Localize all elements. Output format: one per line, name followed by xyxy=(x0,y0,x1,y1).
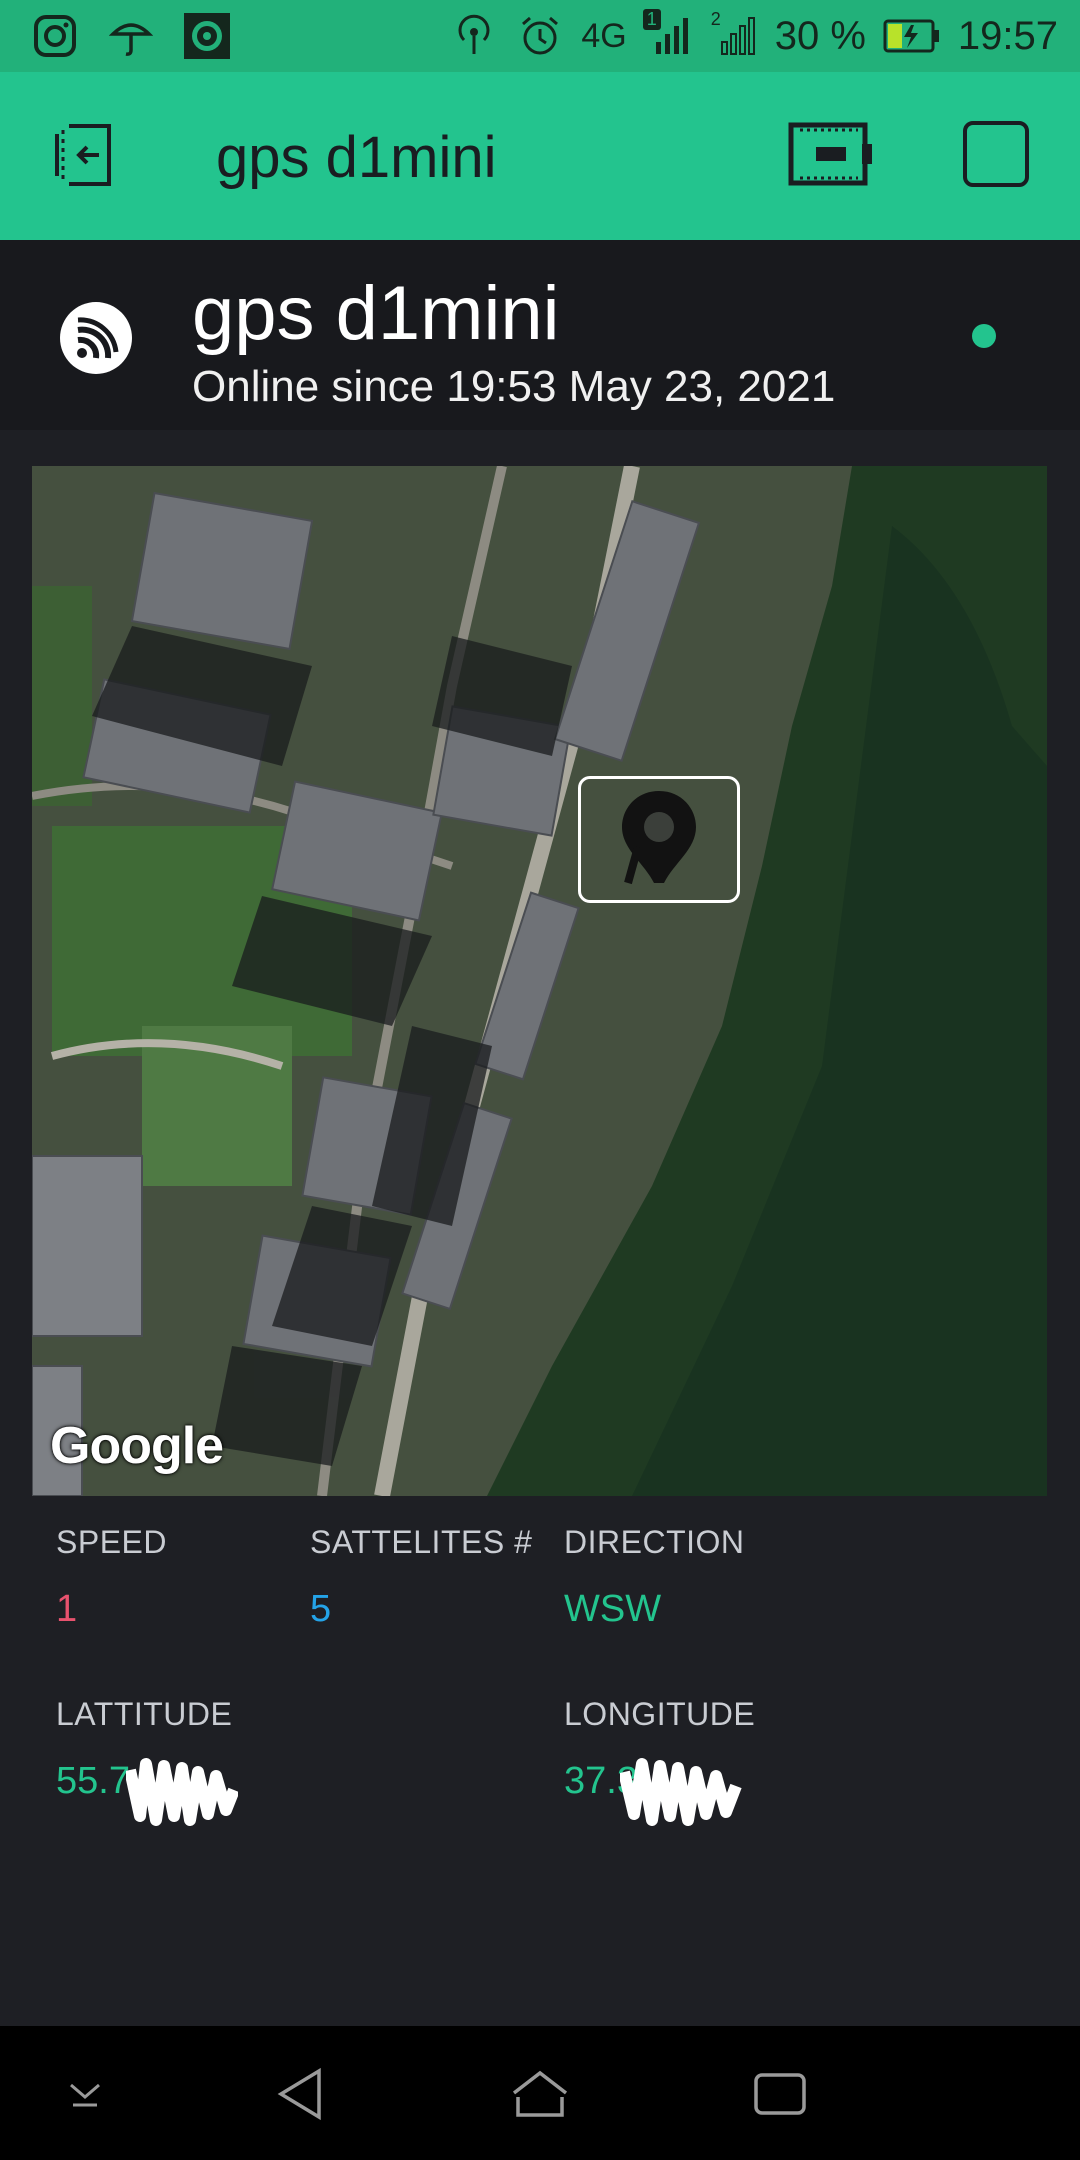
latitude-value: 55.7 xyxy=(56,1760,130,1802)
system-nav-bar xyxy=(0,2026,1080,2160)
redaction-scribble xyxy=(124,1750,240,1831)
google-attribution: Google xyxy=(50,1417,224,1475)
stop-square-icon xyxy=(962,120,1030,193)
direction-label: DIRECTION xyxy=(564,1524,745,1560)
speed-value: 1 xyxy=(56,1588,78,1630)
esp-wifi-logo-icon xyxy=(58,300,134,376)
stop-button[interactable] xyxy=(962,120,1030,193)
umbrella-icon xyxy=(106,11,156,61)
signal-icon: 1 xyxy=(642,9,693,61)
back-to-projects-button[interactable] xyxy=(46,120,120,194)
app-title: gps d1mini xyxy=(216,125,497,190)
redaction-scribble xyxy=(618,1750,742,1831)
hotspot-icon xyxy=(449,11,499,61)
satellites-value: 5 xyxy=(310,1588,332,1630)
device-board-button[interactable] xyxy=(788,122,874,190)
device-header[interactable]: gps d1mini Online since 19:53 May 23, 20… xyxy=(0,240,1080,430)
camera-app-icon xyxy=(182,11,232,61)
status-bar: 4G 1 2 30 % 19:57 xyxy=(0,0,1080,72)
signal-sim2-icon: 2 xyxy=(709,9,759,61)
sim2-label: 2 xyxy=(710,9,721,29)
notification-down-button[interactable] xyxy=(55,2066,115,2126)
back-button[interactable] xyxy=(270,2066,330,2126)
latitude-label: LATTITUDE xyxy=(56,1696,233,1732)
clock: 19:57 xyxy=(957,13,1058,58)
home-icon xyxy=(510,2069,570,2124)
instagram-icon xyxy=(30,11,80,61)
map-marker[interactable] xyxy=(578,776,740,903)
back-to-projects-icon xyxy=(47,120,119,195)
satellites-label: SATTELITES # xyxy=(310,1524,533,1560)
battery-charging-icon xyxy=(882,11,942,61)
notification-down-icon xyxy=(63,2079,107,2114)
alarm-icon xyxy=(515,11,565,61)
battery-percent: 30 % xyxy=(774,13,866,58)
direction-value: WSW xyxy=(564,1588,662,1630)
sim1-badge: 1 xyxy=(642,9,661,30)
recents-icon xyxy=(753,2072,807,2121)
home-button[interactable] xyxy=(510,2066,570,2126)
app-header: gps d1mini xyxy=(0,72,1080,240)
online-indicator xyxy=(972,324,996,348)
recents-button[interactable] xyxy=(750,2066,810,2126)
longitude-label: LONGITUDE xyxy=(564,1696,756,1732)
map-pin-icon xyxy=(614,787,704,892)
device-online-status: Online since 19:53 May 23, 2021 xyxy=(192,362,836,411)
map-view[interactable]: Google xyxy=(32,466,1047,1496)
satellite-map-image xyxy=(32,466,1047,1496)
device-board-icon xyxy=(788,122,874,191)
network-type: 4G xyxy=(581,16,627,55)
device-name: gps d1mini xyxy=(192,271,560,356)
back-icon xyxy=(275,2067,325,2126)
speed-label: SPEED xyxy=(56,1524,167,1560)
screen: 4G 1 2 30 % 19:57 gps d1mini gps d1mini … xyxy=(0,0,1080,2160)
